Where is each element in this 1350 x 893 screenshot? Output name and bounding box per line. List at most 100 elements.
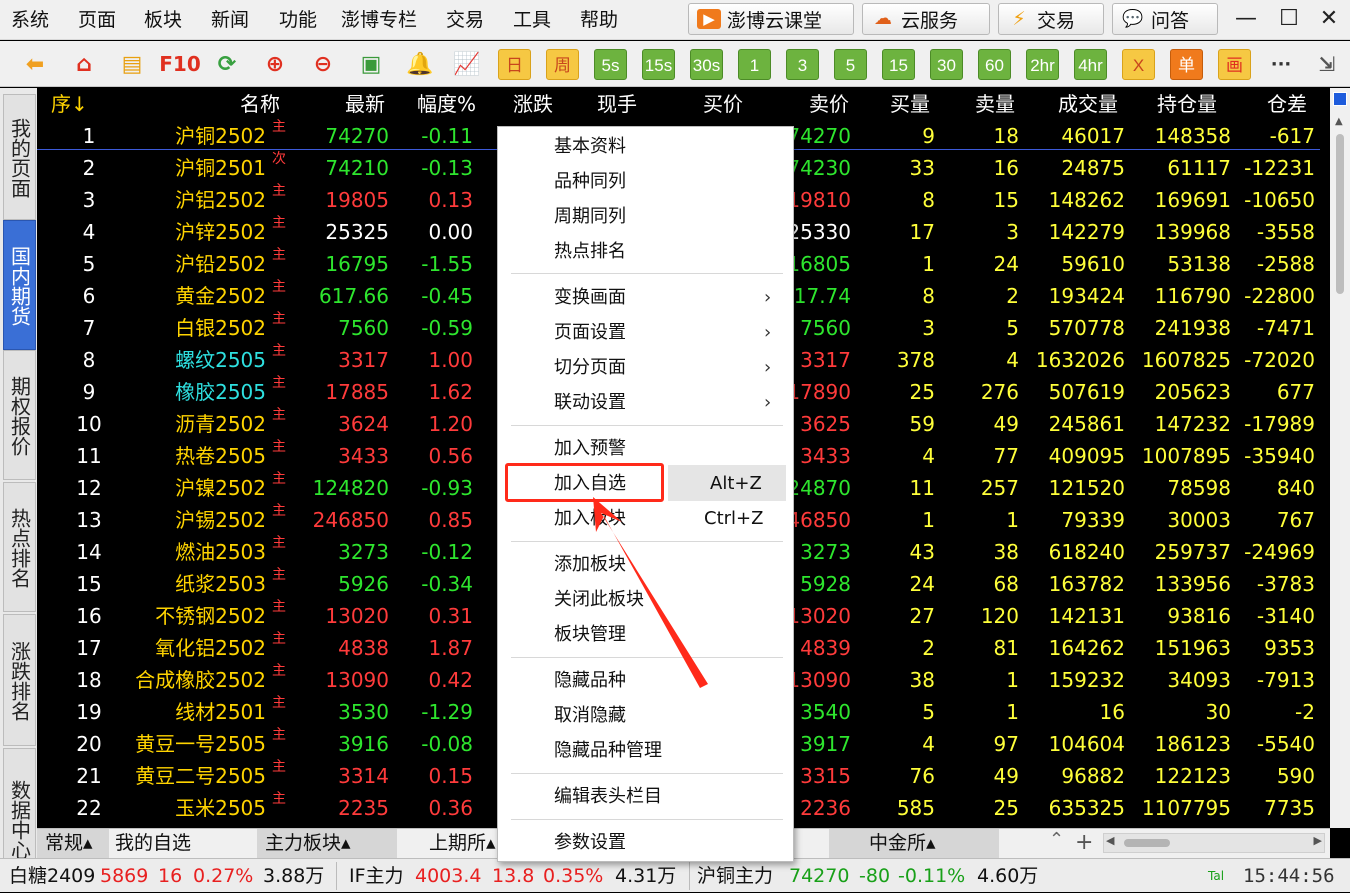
nav-option-quotes[interactable]: 期权报价	[3, 350, 36, 480]
scroll-right-icon[interactable]: ▶	[1314, 834, 1322, 847]
menu-parameter-settings[interactable]: 参数设置	[554, 830, 626, 856]
hscroll-thumb[interactable]	[1124, 839, 1170, 847]
tab-cffex[interactable]: 中金所▴	[829, 829, 999, 858]
chart-up-icon[interactable]: 📈	[450, 48, 484, 80]
menu-block[interactable]: 板块	[144, 7, 182, 33]
menu-same-period[interactable]: 周期同列	[554, 204, 626, 230]
menu-edit-columns[interactable]: 编辑表头栏目	[554, 784, 662, 810]
menu-basic-info[interactable]: 基本资料	[554, 134, 626, 160]
cloud-service-button[interactable]: ☁ 云服务	[862, 3, 990, 35]
collapse-tabs-icon[interactable]: ⌃	[1049, 829, 1064, 850]
single-button[interactable]: 单	[1170, 49, 1203, 80]
col-ask[interactable]: 卖价	[809, 88, 849, 120]
scroll-thumb[interactable]	[1336, 134, 1344, 294]
refresh-icon[interactable]: ⟳	[210, 48, 244, 80]
nav-hot-ranking[interactable]: 热点排名	[3, 482, 36, 612]
menu-system[interactable]: 系统	[11, 7, 49, 33]
menu-close-block[interactable]: 关闭此板块	[554, 587, 644, 613]
menu-add-block[interactable]: 加入板块	[554, 506, 626, 532]
close-icon[interactable]: ✕	[1312, 4, 1346, 34]
draw-button[interactable]: 画	[1218, 49, 1251, 80]
tab-general[interactable]: 常规▴	[37, 829, 109, 858]
vertical-scrollbar[interactable]: ▲	[1330, 88, 1350, 828]
col-bid[interactable]: 买价	[703, 88, 743, 120]
row-bid-vol: 24	[909, 572, 935, 596]
period-5s-button[interactable]: 5s	[594, 49, 627, 80]
period-60m-button[interactable]: 60	[978, 49, 1011, 80]
scroll-left-icon[interactable]: ◀	[1106, 834, 1114, 847]
row-bid-vol: 33	[909, 156, 935, 180]
f10-button[interactable]: F10	[159, 48, 201, 80]
trade-button[interactable]: ⚡ 交易	[998, 3, 1104, 35]
menu-hot-ranking[interactable]: 热点排名	[554, 239, 626, 265]
cloud-class-button[interactable]: ▶ 澎博云课堂	[688, 3, 854, 35]
period-3m-button[interactable]: 3	[786, 49, 819, 80]
zoom-in-icon[interactable]: ⊕	[258, 48, 292, 80]
col-ask-vol[interactable]: 卖量	[975, 88, 1015, 120]
menu-block-manage[interactable]: 板块管理	[554, 622, 626, 648]
col-change-pct[interactable]: 幅度%	[417, 88, 476, 120]
menu-add-alert[interactable]: 加入预警	[554, 436, 626, 462]
menu-function[interactable]: 功能	[279, 7, 317, 33]
news-icon[interactable]: ▤	[115, 48, 149, 80]
menu-hide-product[interactable]: 隐藏品种	[554, 668, 626, 694]
add-tab-icon[interactable]: +	[1075, 829, 1093, 857]
menu-unhide[interactable]: 取消隐藏	[554, 703, 626, 729]
menu-page[interactable]: 页面	[78, 7, 116, 33]
menu-same-product[interactable]: 品种同列	[554, 169, 626, 195]
menu-trade[interactable]: 交易	[446, 7, 484, 33]
menu-help[interactable]: 帮助	[580, 7, 618, 33]
period-15m-button[interactable]: 15	[882, 49, 915, 80]
col-volume[interactable]: 成交量	[1058, 88, 1118, 120]
qa-button[interactable]: 💬 问答	[1112, 3, 1218, 35]
menu-split-page[interactable]: 切分页面	[554, 355, 626, 381]
nav-my-page[interactable]: 我的页面	[3, 94, 36, 220]
col-latest[interactable]: 最新	[345, 88, 385, 120]
period-day-button[interactable]: 日	[498, 49, 531, 80]
menu-switch-view[interactable]: 变换画面	[554, 285, 626, 311]
col-change[interactable]: 涨跌	[513, 88, 553, 120]
home-icon[interactable]: ⌂	[67, 48, 101, 80]
nav-change-ranking[interactable]: 涨跌排名	[3, 614, 36, 746]
menu-pengbo-column[interactable]: 澎博专栏	[341, 7, 417, 33]
row-main-mark: 主	[272, 407, 286, 423]
col-index[interactable]: 序↓	[51, 88, 88, 120]
col-oi-change[interactable]: 仓差	[1267, 88, 1307, 120]
menu-link-settings[interactable]: 联动设置	[554, 390, 626, 416]
ticker-3-name[interactable]: 沪铜主力	[697, 859, 773, 893]
period-1m-button[interactable]: 1	[738, 49, 771, 80]
period-week-button[interactable]: 周	[546, 49, 579, 80]
period-15s-button[interactable]: 15s	[642, 49, 675, 80]
shortcut-add-favorite: Alt+Z	[710, 473, 762, 494]
menu-create-block[interactable]: 添加板块	[554, 552, 626, 578]
nav-domestic-futures[interactable]: 国内期货	[3, 220, 36, 350]
zoom-out-icon[interactable]: ⊖	[306, 48, 340, 80]
col-bid-vol[interactable]: 买量	[890, 88, 930, 120]
menu-hidden-manage[interactable]: 隐藏品种管理	[554, 738, 662, 764]
tab-main-blocks[interactable]: 主力板块▴	[257, 829, 397, 858]
scroll-up-icon[interactable]: ▲	[1335, 116, 1343, 127]
alert-bell-icon[interactable]: 🔔	[403, 48, 437, 80]
period-4hr-button[interactable]: 4hr	[1074, 49, 1107, 80]
grid-corner-icon[interactable]	[1333, 92, 1347, 106]
col-current-hand[interactable]: 现手	[597, 88, 637, 120]
menu-tools[interactable]: 工具	[513, 7, 551, 33]
back-arrow-icon[interactable]: ⬅	[18, 48, 52, 80]
menu-news[interactable]: 新闻	[211, 7, 249, 33]
window-icon[interactable]: ▣	[354, 48, 388, 80]
ticker-1-name[interactable]: 白糖2409	[9, 859, 95, 893]
more-icon[interactable]: ···	[1264, 48, 1298, 80]
minimize-icon[interactable]: —	[1229, 4, 1263, 34]
period-30m-button[interactable]: 30	[930, 49, 963, 80]
horizontal-scrollbar[interactable]: ◀ ▶	[1103, 833, 1325, 853]
export-icon[interactable]: ⇲	[1310, 48, 1344, 80]
x-button[interactable]: X	[1122, 49, 1155, 80]
col-open-interest[interactable]: 持仓量	[1157, 88, 1217, 120]
maximize-icon[interactable]: ☐	[1272, 4, 1306, 34]
period-5m-button[interactable]: 5	[834, 49, 867, 80]
tab-my-favorites[interactable]: 我的自选	[107, 829, 233, 858]
period-2hr-button[interactable]: 2hr	[1026, 49, 1059, 80]
ticker-2-name[interactable]: IF主力	[349, 859, 404, 893]
menu-page-settings[interactable]: 页面设置	[554, 320, 626, 346]
period-30s-button[interactable]: 30s	[690, 49, 723, 80]
